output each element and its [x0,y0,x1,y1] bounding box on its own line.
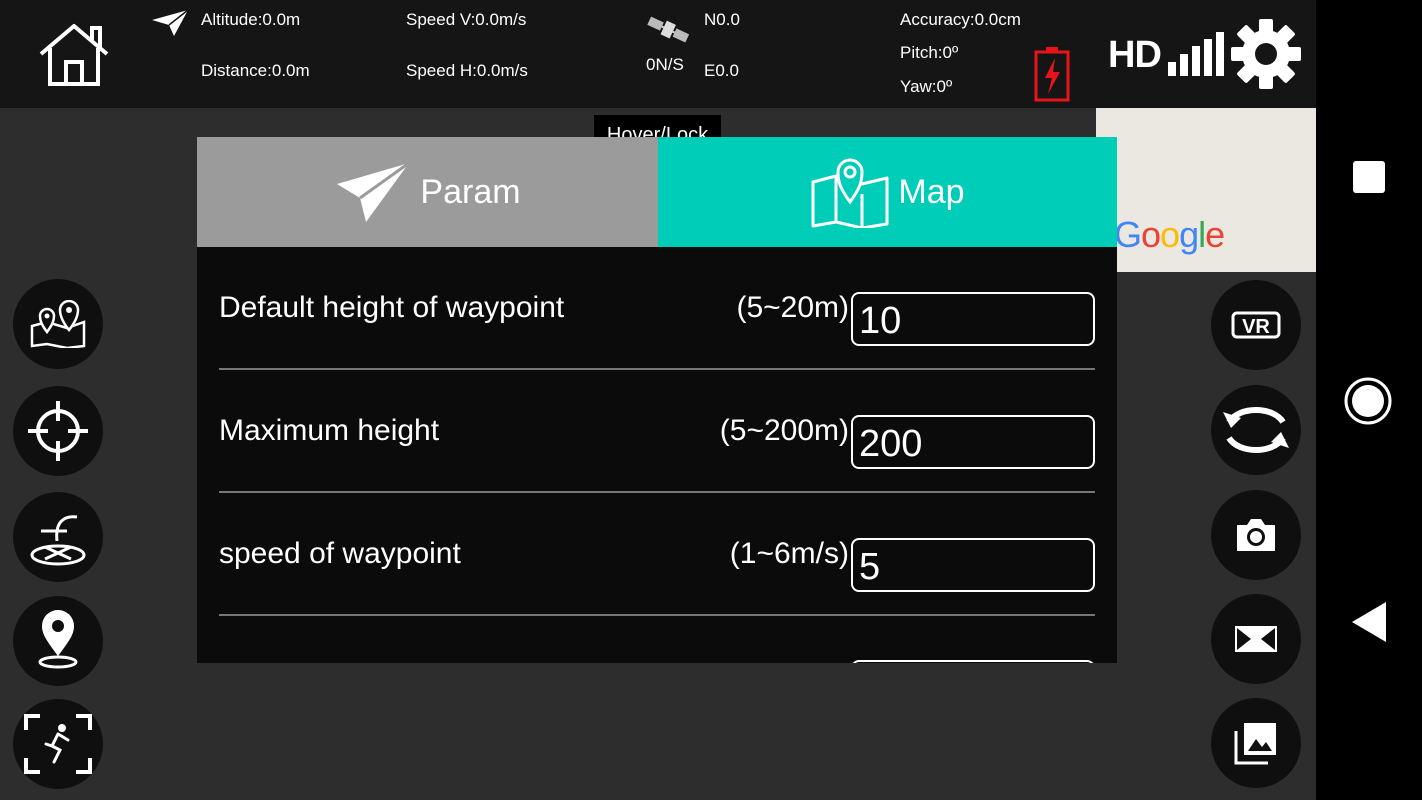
target-crosshair-icon [28,401,88,461]
accuracy-readout: Accuracy:0.0cm [900,10,1021,29]
tab-param-label: Param [420,172,521,211]
partial-setting-input[interactable] [851,660,1095,663]
paper-plane-icon [337,161,411,222]
svg-text:VR: VR [1242,316,1270,338]
signal-bars-icon [1168,32,1224,76]
setting-row-default-height: Default height of waypoint (5~20m) [219,247,1095,370]
setting-label: speed of waypoint [219,536,461,570]
follow-me-button[interactable] [13,699,103,789]
vr-icon: VR [1231,311,1281,339]
google-logo-letter: o [1160,214,1180,255]
camera-icon [1237,519,1275,551]
waypoint-map-button[interactable] [13,279,103,369]
google-logo-letter: g [1179,214,1199,255]
gallery-icon [1234,723,1276,765]
rotate-camera-button[interactable] [1211,385,1301,475]
recents-square-icon[interactable] [1352,160,1386,194]
video-icon [1235,626,1277,652]
waypoint-speed-input[interactable] [851,538,1095,592]
takeoff-land-button[interactable] [13,492,103,582]
pitch-readout: Pitch:0º [900,43,959,62]
setting-range: (5~20m) [736,290,849,324]
max-height-input[interactable] [851,415,1095,469]
paper-plane-icon [152,9,189,36]
altitude-readout: Altitude:0.0m [201,10,301,29]
setting-label: Maximum height [219,413,440,447]
settings-gear-icon[interactable] [1230,18,1302,90]
top-status-bar: Altitude:0.0m Distance:0.0m Speed V:0.0m… [0,0,1316,108]
camera-button[interactable] [1211,490,1301,580]
tab-map[interactable]: Map [658,137,1117,247]
takeoff-land-icon [30,515,86,566]
google-logo-letter: G [1114,214,1142,255]
gallery-button[interactable] [1211,698,1301,788]
google-logo-letter: o [1141,214,1161,255]
vr-button[interactable]: VR [1211,280,1301,370]
google-logo: Google [1114,214,1225,256]
satellite-icon [647,16,690,43]
home-icon[interactable] [36,22,112,88]
video-button[interactable] [1211,594,1301,684]
battery-charging-icon [1034,47,1070,102]
target-button[interactable] [13,386,103,476]
waypoint-settings-panel: Param Map Default height of waypoint (5~… [197,137,1117,663]
rotate-camera-icon [1223,407,1289,453]
setting-label: Default height of waypoint [219,290,565,324]
setting-range: (5~200m) [719,413,849,447]
google-logo-letter: e [1205,214,1225,255]
hd-signal-indicator: HD [1108,28,1226,78]
android-nav-bar [1316,0,1422,800]
hd-label: HD [1108,34,1162,76]
waypoint-map-icon [30,300,86,348]
setting-row-max-height: Maximum height (5~200m) [219,370,1095,493]
gps-ns-readout: 0N/S [646,55,684,74]
east-readout: E0.0 [704,61,739,80]
distance-readout: Distance:0.0m [201,61,310,80]
tab-map-label: Map [898,172,965,211]
location-pin-icon [38,610,78,669]
location-button[interactable] [13,596,103,686]
tab-param[interactable]: Param [197,137,658,247]
speed-h-readout: Speed H:0.0m/s [406,61,528,80]
back-triangle-icon[interactable] [1350,600,1388,644]
yaw-readout: Yaw:0º [900,77,953,96]
setting-range: (1~6m/s) [729,536,849,570]
default-height-input[interactable] [851,292,1095,346]
speed-v-readout: Speed V:0.0m/s [406,10,527,29]
home-circle-icon[interactable] [1343,376,1393,426]
map-pin-icon [811,158,889,228]
setting-row-waypoint-speed: speed of waypoint (1~6m/s) [219,493,1095,616]
follow-me-icon [24,714,92,774]
north-readout: N0.0 [704,10,740,29]
